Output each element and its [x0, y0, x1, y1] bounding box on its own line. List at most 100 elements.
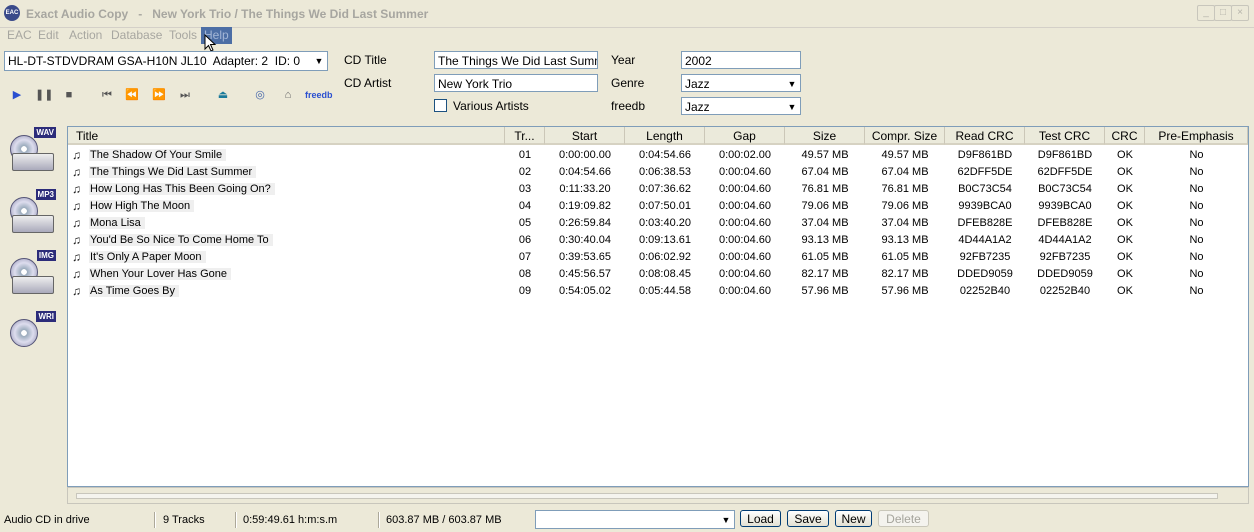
- track-compr-size-cell: 67.04 MB: [881, 166, 929, 178]
- track-title: You'd Be So Nice To Come Home To: [89, 234, 273, 246]
- column-header-compr-size[interactable]: Compr. Size: [865, 127, 945, 145]
- drive-select[interactable]: HL-DT-STDVDRAM GSA-H10N JL10 Adapter: 2 …: [4, 51, 328, 71]
- table-row[interactable]: ♫ Mona Lisa 05 0:26:59.84 0:03:40.20 0:00:04.…: [68, 215, 1248, 232]
- track-test-crc-cell: 92FB7235: [1039, 251, 1091, 263]
- table-row[interactable]: ♫ The Things We Did Last Summer 02 0:04:54.…: [68, 164, 1248, 181]
- track-crc-status-cell: OK: [1117, 166, 1133, 178]
- table-row[interactable]: ♫ How High The Moon 04 0:19:09.82 0:07:50.01…: [68, 198, 1248, 215]
- play-icon[interactable]: ▶: [9, 87, 25, 103]
- audio-track-icon: ♫: [72, 165, 81, 179]
- minimize-button[interactable]: _: [1197, 5, 1215, 21]
- column-header-title[interactable]: Title: [68, 127, 505, 145]
- horizontal-scrollbar[interactable]: [67, 487, 1249, 504]
- maximize-button[interactable]: □: [1214, 5, 1232, 21]
- column-header-length[interactable]: Length: [625, 127, 705, 145]
- column-header-test-crc[interactable]: Test CRC: [1025, 127, 1105, 145]
- profile-select[interactable]: ▼: [535, 510, 735, 529]
- chevron-down-icon[interactable]: ▼: [311, 52, 327, 70]
- year-input[interactable]: 2002: [681, 51, 801, 69]
- copy-mp3-icon[interactable]: MP3: [6, 187, 58, 239]
- scrollbar-track[interactable]: [76, 493, 1218, 499]
- delete-button[interactable]: Delete: [878, 510, 929, 527]
- wri-tag: WRI: [36, 311, 56, 322]
- cd-title-label: CD Title: [344, 53, 387, 67]
- track-test-crc-cell: D9F861BD: [1037, 149, 1093, 161]
- chevron-down-icon[interactable]: ▼: [718, 511, 734, 528]
- track-size-cell: 49.57 MB: [801, 149, 849, 161]
- column-header-size[interactable]: Size: [785, 127, 865, 145]
- track-test-crc-cell: DFEB828E: [1037, 217, 1093, 229]
- track-pre-emphasis-cell: No: [1189, 149, 1204, 161]
- table-row[interactable]: ♫ The Shadow Of Your Smile 01 0:00:00.00 0:0…: [68, 147, 1248, 164]
- chevron-down-icon[interactable]: ▼: [784, 75, 800, 91]
- close-button[interactable]: ×: [1231, 5, 1249, 21]
- track-length-cell: 0:03:40.20: [639, 217, 691, 229]
- track-gap-cell: 0:00:04.60: [719, 251, 771, 263]
- table-row[interactable]: ♫ You'd Be So Nice To Come Home To 06 0:30:…: [68, 232, 1248, 249]
- first-track-icon[interactable]: ⏮: [99, 87, 115, 103]
- copy-wav-icon[interactable]: WAV: [6, 125, 58, 177]
- track-read-crc-cell: B0C73C54: [958, 183, 1012, 195]
- menu-action[interactable]: Action: [66, 27, 105, 44]
- audio-track-icon: ♫: [72, 216, 81, 230]
- write-cd-icon[interactable]: WRI: [6, 309, 58, 361]
- previous-track-icon[interactable]: ⏪: [124, 87, 140, 103]
- track-size-cell: 67.04 MB: [801, 166, 849, 178]
- column-header-track[interactable]: Tr...: [505, 127, 545, 145]
- audio-track-icon: ♫: [72, 148, 81, 162]
- load-button[interactable]: Load: [740, 510, 781, 527]
- status-size: 603.87 MB / 603.87 MB: [386, 514, 502, 526]
- chevron-down-icon[interactable]: ▼: [784, 98, 800, 114]
- track-compr-size-cell: 61.05 MB: [881, 251, 929, 263]
- cd-artist-input[interactable]: New York Trio: [434, 74, 598, 92]
- track-crc-status-cell: OK: [1117, 251, 1133, 263]
- track-crc-status-cell: OK: [1117, 234, 1133, 246]
- track-number-cell: 04: [518, 200, 532, 212]
- drive-icon: [12, 153, 54, 171]
- last-track-icon[interactable]: ⏭: [177, 87, 193, 103]
- freedb-button[interactable]: freedb: [305, 87, 333, 103]
- copy-image-icon[interactable]: IMG: [6, 248, 58, 300]
- new-button[interactable]: New: [835, 510, 872, 527]
- track-title: The Shadow Of Your Smile: [89, 149, 227, 161]
- audio-track-icon: ♫: [72, 284, 81, 298]
- table-row[interactable]: ♫ When Your Lover Has Gone 08 0:45:56.57 0:0…: [68, 266, 1248, 283]
- mp3-tag: MP3: [35, 189, 56, 200]
- column-header-read-crc[interactable]: Read CRC: [945, 127, 1025, 145]
- disc-icon: [10, 319, 38, 347]
- menu-database[interactable]: Database: [108, 27, 165, 44]
- pause-icon[interactable]: ❚❚: [35, 87, 53, 103]
- track-list[interactable]: Title Tr... Start Length Gap Size Compr.…: [67, 126, 1249, 487]
- table-row[interactable]: ♫ How Long Has This Been Going On? 03 0:11:…: [68, 181, 1248, 198]
- menu-eac[interactable]: EAC: [4, 27, 35, 44]
- track-pre-emphasis-cell: No: [1189, 200, 1204, 212]
- track-gap-cell: 0:00:04.60: [719, 183, 771, 195]
- column-header-pre-emphasis[interactable]: Pre-Emphasis: [1145, 127, 1248, 145]
- audio-track-icon: ♫: [72, 199, 81, 213]
- menu-edit[interactable]: Edit: [35, 27, 62, 44]
- cd-title-input[interactable]: The Things We Did Last Summer: [434, 51, 598, 69]
- table-row[interactable]: ♫ As Time Goes By 09 0:54:05.02 0:05:44.58 0:…: [68, 283, 1248, 300]
- img-tag: IMG: [36, 250, 56, 261]
- cd-info-icon[interactable]: ◎: [252, 87, 268, 103]
- column-header-gap[interactable]: Gap: [705, 127, 785, 145]
- eject-icon[interactable]: ⏏: [215, 87, 231, 103]
- column-header-crc[interactable]: CRC: [1105, 127, 1145, 145]
- next-track-icon[interactable]: ⏩: [151, 87, 167, 103]
- network-lookup-icon[interactable]: ⌂: [278, 87, 298, 103]
- track-number-cell: 07: [518, 251, 532, 263]
- various-artists-checkbox[interactable]: [434, 99, 447, 112]
- eac-app-icon[interactable]: EAC: [4, 5, 20, 21]
- save-button[interactable]: Save: [787, 510, 829, 527]
- column-header-start[interactable]: Start: [545, 127, 625, 145]
- menu-tools[interactable]: Tools: [166, 27, 200, 44]
- genre-select[interactable]: Jazz ▼: [681, 74, 801, 92]
- track-length-cell: 0:05:44.58: [639, 285, 691, 297]
- track-gap-cell: 0:00:04.60: [719, 200, 771, 212]
- track-pre-emphasis-cell: No: [1189, 251, 1204, 263]
- table-row[interactable]: ♫ It's Only A Paper Moon 07 0:39:53.65 0:06:…: [68, 249, 1248, 266]
- stop-icon[interactable]: ■: [61, 87, 77, 103]
- track-pre-emphasis-cell: No: [1189, 166, 1204, 178]
- track-size-cell: 82.17 MB: [801, 268, 849, 280]
- freedb-genre-select[interactable]: Jazz ▼: [681, 97, 801, 115]
